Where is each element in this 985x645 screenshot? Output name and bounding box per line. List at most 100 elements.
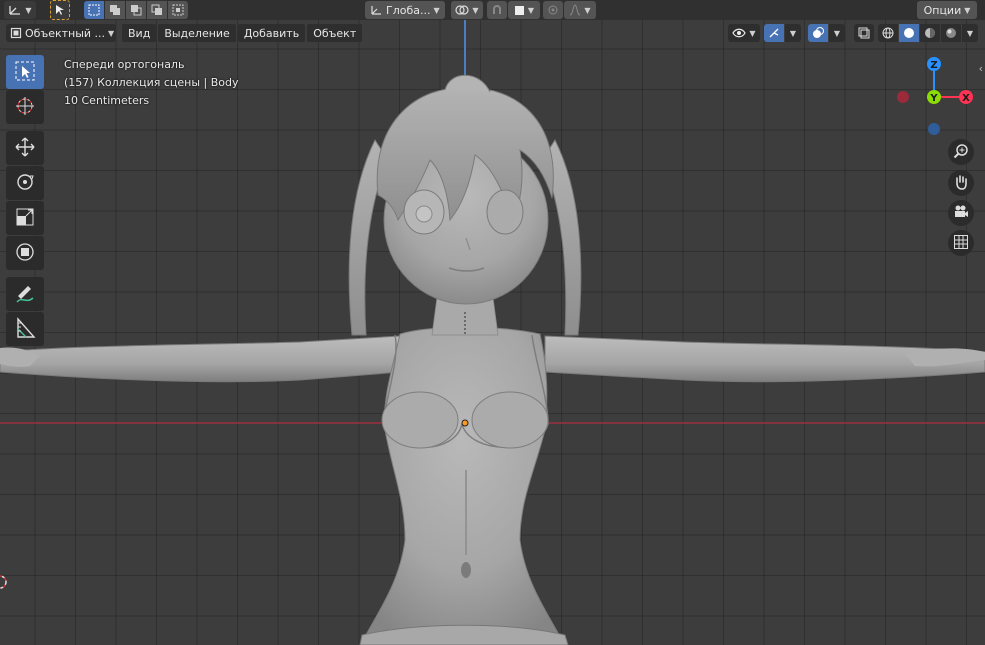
viewport-menu-bar: Вид Выделение Добавить Объект: [122, 24, 363, 42]
pan-button[interactable]: [948, 170, 974, 196]
camera-view-button[interactable]: [948, 200, 974, 226]
scale-icon: [14, 206, 36, 231]
camera-icon: [953, 204, 969, 223]
move-icon: [14, 136, 36, 161]
tool-move[interactable]: [6, 131, 44, 165]
neg-z-axis-icon: [928, 123, 940, 135]
annotate-icon: [14, 282, 36, 307]
solid-sphere-icon: [903, 27, 915, 39]
options-dropdown[interactable]: Опции ▼: [917, 1, 977, 19]
material-sphere-icon: [924, 27, 936, 39]
origin-dot: [461, 419, 469, 427]
3d-viewport[interactable]: ▼ Глоба... ▼ ▼ ▼ ▼ Опции ▼ Объектный ...…: [0, 0, 985, 645]
selection-mode-group: [84, 1, 188, 19]
select-mode-button[interactable]: [50, 0, 70, 20]
chevron-down-icon: ▼: [833, 28, 841, 38]
menu-select[interactable]: Выделение: [158, 24, 236, 42]
interaction-mode-label: Объектный ...: [25, 26, 106, 40]
gizmo-dropdown[interactable]: ▼: [785, 24, 801, 42]
tool-annotate[interactable]: [6, 277, 44, 311]
transform-orientation-dropdown[interactable]: Глоба... ▼: [365, 1, 445, 19]
overlays-dropdown[interactable]: ▼: [829, 24, 845, 42]
y-axis-label: Y: [929, 93, 938, 104]
menu-object[interactable]: Объект: [307, 24, 363, 42]
falloff-curve-icon: [569, 4, 581, 16]
header-toolbar: ▼ Глоба... ▼ ▼ ▼ ▼ Опции ▼: [0, 0, 985, 20]
xray-icon: [858, 27, 870, 39]
chevron-down-icon: ▼: [964, 5, 971, 15]
shading-solid-button[interactable]: [899, 24, 919, 42]
proportional-edit-toggle[interactable]: [543, 1, 563, 19]
tool-measure[interactable]: [6, 312, 44, 346]
sidebar-expand-icon[interactable]: ‹: [979, 62, 983, 75]
editor-type-button[interactable]: ▼: [4, 1, 36, 19]
rotate-icon: [14, 171, 36, 196]
overlays-toggle[interactable]: [808, 24, 828, 42]
snap-target-dropdown[interactable]: ▼: [508, 1, 540, 19]
visibility-dropdown[interactable]: ▼: [728, 24, 760, 42]
menu-view[interactable]: Вид: [122, 24, 157, 42]
chevron-down-icon: ▼: [966, 28, 974, 38]
select-extend-icon: [109, 4, 121, 16]
snap-toggle[interactable]: [487, 1, 507, 19]
y-axis-icon: Y: [927, 90, 941, 104]
view-name-label: Спереди ортогональ: [64, 58, 185, 71]
select-invert-button[interactable]: [147, 1, 167, 19]
select-intersect-icon: [172, 4, 184, 16]
shading-material-button[interactable]: [920, 24, 940, 42]
chevron-down-icon: ▼: [789, 28, 797, 38]
select-subtract-button[interactable]: [126, 1, 146, 19]
interaction-mode-dropdown[interactable]: Объектный ... ▼: [6, 24, 116, 42]
pivot-point-dropdown[interactable]: ▼: [451, 1, 483, 19]
select-new-button[interactable]: [84, 1, 104, 19]
proportional-edit-icon: [547, 4, 559, 16]
magnet-icon: [491, 4, 503, 16]
collection-info-label: (157) Коллекция сцены | Body: [64, 76, 239, 89]
viewport-header: Объектный ... ▼ Вид Выделение Добавить О…: [0, 23, 985, 45]
gizmo-icon: [768, 27, 780, 39]
menu-add[interactable]: Добавить: [237, 24, 306, 42]
tool-select-box[interactable]: [6, 55, 44, 89]
grid-icon: [953, 234, 969, 253]
zoom-icon: [953, 143, 969, 162]
tool-scale[interactable]: [6, 201, 44, 235]
tool-rotate[interactable]: [6, 166, 44, 200]
tool-cursor[interactable]: [6, 90, 44, 124]
chevron-down-icon: ▼: [472, 5, 479, 15]
overlays-icon: [812, 27, 824, 39]
x-axis-label: X: [962, 93, 970, 104]
ortho-toggle-button[interactable]: [948, 230, 974, 256]
shading-rendered-button[interactable]: [941, 24, 961, 42]
shading-dropdown[interactable]: ▼: [962, 24, 978, 42]
xray-toggle[interactable]: [854, 24, 874, 42]
tool-transform[interactable]: [6, 236, 44, 270]
pivot-icon: [455, 4, 470, 16]
chevron-down-icon: ▼: [108, 28, 115, 38]
z-axis-icon: Z: [927, 57, 941, 71]
select-intersect-button[interactable]: [168, 1, 188, 19]
navigation-gizmo[interactable]: Y Z X: [890, 52, 980, 142]
3d-cursor-marker: [0, 575, 7, 589]
select-new-icon: [88, 4, 100, 16]
neg-x-axis-icon: [897, 91, 909, 103]
grid-scale-label: 10 Centimeters: [64, 94, 150, 107]
select-extend-button[interactable]: [105, 1, 125, 19]
chevron-down-icon: ▼: [433, 5, 440, 15]
wireframe-sphere-icon: [882, 27, 894, 39]
viewport-info: Спереди ортогональ (157) Коллекция сцены…: [64, 56, 239, 110]
chevron-down-icon: ▼: [25, 5, 32, 15]
gizmo-group: ▼: [764, 24, 801, 42]
hand-icon: [953, 174, 969, 193]
cursor-icon: [14, 95, 36, 120]
shading-wireframe-button[interactable]: [878, 24, 898, 42]
transform-orientation-label: Глоба...: [386, 3, 431, 17]
object-mode-icon: [10, 27, 22, 39]
zoom-button[interactable]: [948, 139, 974, 165]
gizmo-toggle[interactable]: [764, 24, 784, 42]
options-label: Опции: [923, 3, 962, 17]
rendered-sphere-icon: [945, 27, 957, 39]
z-axis-label: Z: [930, 60, 937, 71]
orientation-axes-icon: [369, 4, 383, 16]
falloff-dropdown[interactable]: ▼: [564, 1, 596, 19]
shading-group: ▼: [878, 24, 978, 42]
